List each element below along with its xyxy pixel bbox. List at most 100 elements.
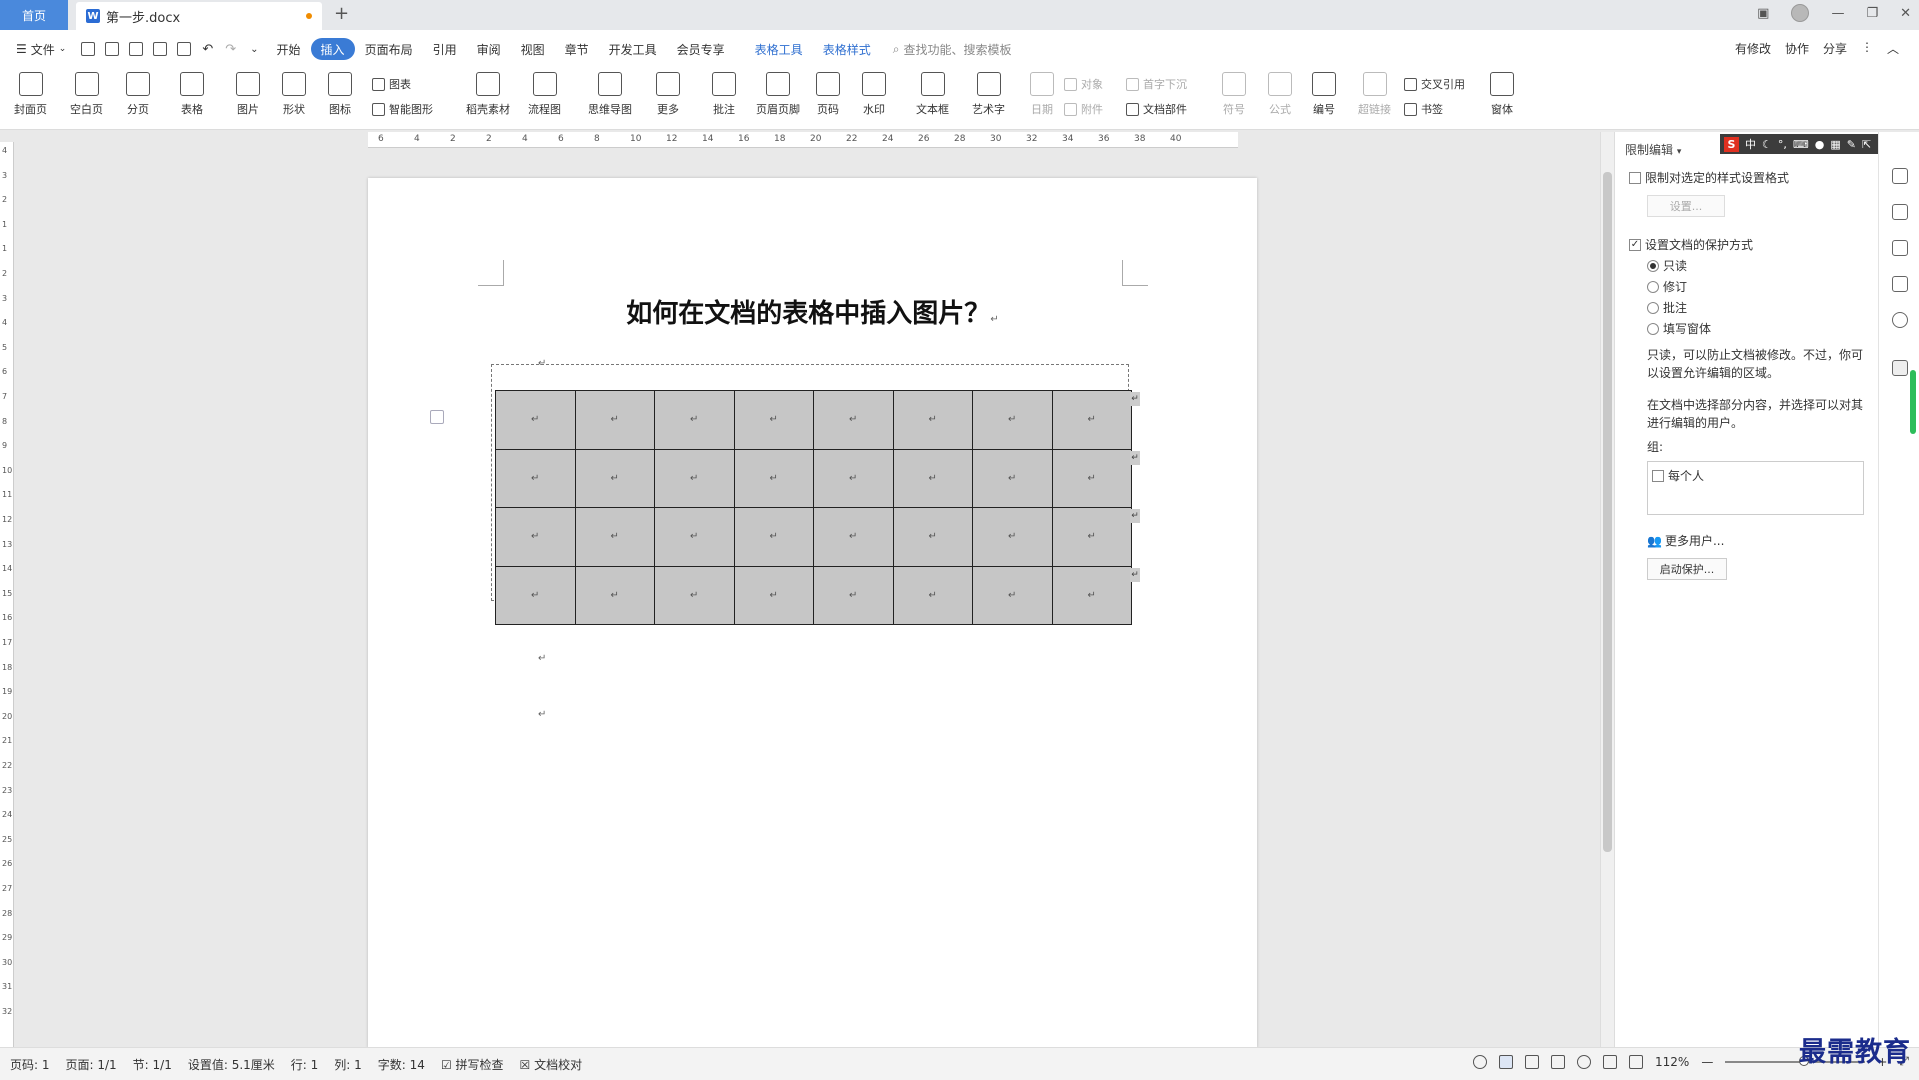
document-title[interactable]: 如何在文档的表格中插入图片？↵ [368, 293, 1257, 330]
sliders-icon[interactable] [1892, 276, 1908, 292]
table-cell[interactable]: ↵ [892, 448, 973, 508]
fit-page-icon[interactable] [1629, 1054, 1644, 1069]
skin-icon[interactable]: ▦ [1830, 138, 1840, 151]
modified-button[interactable]: 有修改 [1735, 40, 1771, 57]
table-cell[interactable]: ↵ [972, 390, 1053, 450]
undo-icon[interactable]: ↶ [202, 42, 213, 57]
header-footer-button[interactable]: 页眉页脚 [756, 72, 800, 117]
table-cell[interactable]: ↵ [733, 565, 814, 625]
menu-table-style[interactable]: 表格样式 [813, 38, 881, 60]
table-cell[interactable]: ↵ [574, 390, 655, 450]
picture-button[interactable]: 图片 [236, 72, 260, 117]
table-cell[interactable]: ↵ [495, 448, 576, 508]
table-cell[interactable]: ↵ [972, 507, 1053, 567]
table-cell[interactable]: ↵ [574, 565, 655, 625]
table-cell[interactable]: ↵ [1051, 507, 1132, 567]
vertical-ruler[interactable]: 4 3 2 1 1 2 3 4 5 6 7 8 9 10 11 12 13 14 15 16 17 18 19 20 21 22 2… [0, 142, 14, 1047]
settings-button[interactable]: 设置... [1647, 195, 1725, 217]
vertical-scrollbar[interactable] [1600, 132, 1614, 1047]
table-button[interactable]: 表格 [180, 72, 204, 117]
table-cell[interactable]: ↵ [813, 390, 894, 450]
expand-icon[interactable]: ⇱ [1862, 138, 1871, 151]
web-view-icon[interactable] [1577, 1054, 1592, 1069]
table-cell[interactable]: ↵ [892, 565, 973, 625]
more-button[interactable]: 更多 [656, 72, 680, 117]
material-button[interactable]: 稻壳素材 [466, 72, 510, 117]
status-section[interactable]: 节: 1/1 [133, 1056, 172, 1073]
page-number-button[interactable]: 页码 [816, 72, 840, 117]
document-table[interactable]: ↵ ↵ ↵ ↵ ↵ ↵ ↵ ↵ ↵ ↵ ↵ ↵ ↵ ↵ ↵ ↵ ↵ ↵ ↵ ↵ ↵ ↵ ↵ ↵ ↵ ↵ ↵ ↵ ↵ ↵ ↵ ↵ [495, 390, 1132, 625]
save-icon[interactable] [105, 42, 120, 56]
attachment-button[interactable]: 附件 [1064, 101, 1103, 117]
menu-table-tools[interactable]: 表格工具 [745, 38, 813, 60]
zoom-level[interactable]: 112% [1655, 1055, 1689, 1069]
chart-button[interactable]: 图表 [372, 76, 411, 92]
status-row[interactable]: 行: 1 [291, 1056, 319, 1073]
everyone-checkbox[interactable]: 每个人 [1652, 467, 1704, 484]
help-icon[interactable] [1892, 312, 1908, 328]
user-icon[interactable]: ● [1815, 138, 1825, 151]
window-form-button[interactable]: 窗体 [1490, 72, 1514, 117]
mindmap-button[interactable]: 思维导图 [588, 72, 632, 117]
smart-art-button[interactable]: 智能图形 [372, 101, 433, 117]
collaborate-button[interactable]: 协作 [1785, 40, 1809, 57]
icon-button[interactable]: 图标 [328, 72, 352, 117]
flowchart-button[interactable]: 流程图 [528, 72, 561, 117]
pen-icon[interactable] [1892, 204, 1908, 220]
radio-readonly[interactable]: 只读 [1647, 257, 1687, 274]
table-cell[interactable]: ↵ [813, 448, 894, 508]
group-list[interactable]: 每个人 [1647, 461, 1864, 515]
status-pages[interactable]: 页面: 1/1 [66, 1056, 117, 1073]
spell-check-button[interactable]: ☑ 拼写检查 [441, 1056, 504, 1073]
table-cell[interactable]: ↵ [972, 565, 1053, 625]
blank-page-button[interactable]: 空白页 [70, 72, 103, 117]
comment-button[interactable]: 批注 [712, 72, 736, 117]
radio-forms[interactable]: 填写窗体 [1647, 320, 1711, 337]
proofread-button[interactable]: ☒ 文档校对 [520, 1056, 583, 1073]
drop-cap-button[interactable]: 首字下沉 [1126, 76, 1187, 92]
wrench-icon[interactable]: ✎ [1847, 138, 1856, 151]
print-icon[interactable] [153, 42, 168, 56]
lock-icon[interactable] [1892, 360, 1908, 376]
close-icon[interactable]: ✕ [1900, 6, 1911, 21]
menu-review[interactable]: 审阅 [467, 38, 511, 60]
tab-home[interactable]: 首页 [0, 0, 68, 30]
search-input[interactable]: ⌕ 查找功能、搜索模板 [893, 41, 1012, 58]
customize-icon[interactable]: ⌄ [250, 44, 258, 55]
table-cell[interactable]: ↵ [1051, 448, 1132, 508]
cross-ref-button[interactable]: 交叉引用 [1404, 76, 1465, 92]
moon-icon[interactable]: ☾ [1762, 138, 1772, 151]
share-button[interactable]: 分享 [1823, 40, 1847, 57]
table-cell[interactable]: ↵ [1051, 390, 1132, 450]
start-protection-button[interactable]: 启动保护... [1647, 558, 1727, 580]
zoom-out-icon[interactable]: — [1701, 1055, 1713, 1069]
status-setting[interactable]: 设置值: 5.1厘米 [188, 1056, 275, 1073]
page-break-button[interactable]: 分页 [126, 72, 150, 117]
format-painter-icon[interactable] [129, 42, 144, 56]
tab-document[interactable]: W 第一步.docx [76, 2, 322, 30]
ime-mode[interactable]: 中 [1745, 136, 1756, 152]
bookmark-button[interactable]: 书签 [1404, 101, 1443, 117]
table-cell[interactable]: ↵ [1051, 565, 1132, 625]
watermark-button[interactable]: 水印 [862, 72, 886, 117]
restrict-format-checkbox[interactable]: 限制对选定的样式设置格式 [1629, 169, 1789, 186]
table-cell[interactable]: ↵ [654, 390, 735, 450]
table-cell[interactable]: ↵ [733, 507, 814, 567]
table-cell[interactable]: ↵ [972, 448, 1053, 508]
menu-developer[interactable]: 开发工具 [599, 38, 667, 60]
punctuation-icon[interactable]: °, [1778, 138, 1787, 151]
print-preview-icon[interactable] [177, 42, 192, 56]
table-cell[interactable]: ↵ [733, 390, 814, 450]
new-tab-button[interactable]: + [334, 3, 349, 24]
panel-title[interactable]: 限制编辑 ▾ [1625, 141, 1681, 158]
table-cell[interactable]: ↵ [495, 565, 576, 625]
restore-icon[interactable]: ❐ [1866, 6, 1878, 21]
table-cell[interactable]: ↵ [813, 565, 894, 625]
table-cell[interactable]: ↵ [654, 448, 735, 508]
shape-button[interactable]: 形状 [282, 72, 306, 117]
menu-view[interactable]: 视图 [511, 38, 555, 60]
formula-button[interactable]: 公式 [1268, 72, 1292, 117]
menu-chapter[interactable]: 章节 [555, 38, 599, 60]
menu-start[interactable]: 开始 [267, 38, 311, 60]
style-icon[interactable] [1892, 168, 1908, 184]
